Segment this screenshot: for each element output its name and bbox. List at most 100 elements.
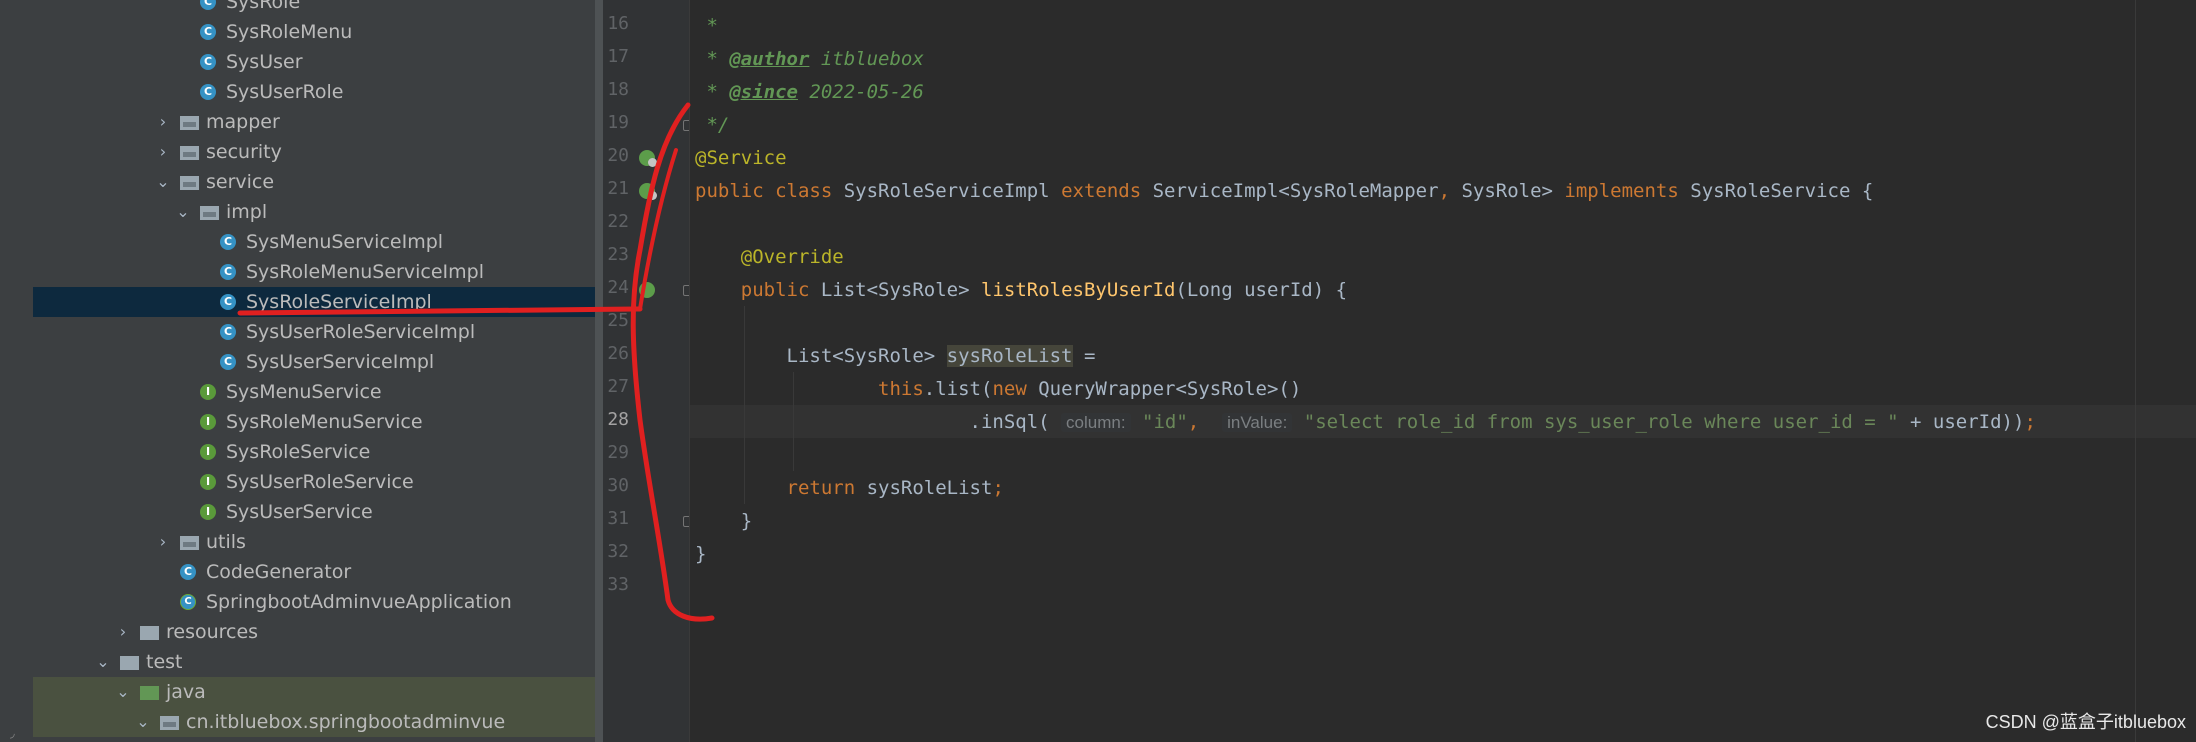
tree-item[interactable]: C SysRole [33,0,595,17]
code-editor[interactable]: * * @author itbluebox * @since 2022-05-2… [689,0,2196,742]
code-token: ; [992,477,1004,499]
tree-item[interactable]: C SysRoleMenuServiceImpl [33,257,595,287]
line-number: 25 [607,310,629,331]
chevron-down-icon[interactable]: ⌄ [96,653,110,671]
package-icon [180,536,199,550]
code-line[interactable]: */ [695,110,729,140]
tree-item[interactable]: ⌄ service [33,167,595,197]
tree-item[interactable]: I SysMenuService [33,377,595,407]
code-line[interactable]: public class SysRoleServiceImpl extends … [695,176,1873,206]
code-token: List<SysRole> [695,345,947,367]
tree-item[interactable]: C SysRoleMenu [33,17,595,47]
chevron-down-icon[interactable]: ⌄ [156,173,170,191]
csdn-watermark: CSDN @蓝盒子itbluebox [1985,712,2186,732]
line-number: 22 [607,211,629,232]
code-line[interactable]: @Service [695,143,787,173]
code-line[interactable]: * @author itbluebox [695,44,924,74]
indent-guide [744,306,745,504]
chevron-down-icon[interactable]: ⌄ [136,713,150,731]
tree-item[interactable]: C SysUserServiceImpl [33,347,595,377]
code-token: = [1072,345,1096,367]
code-line[interactable]: return sysRoleList; [695,473,1004,503]
code-line[interactable]: this.list(new QueryWrapper<SysRole>() [695,374,1301,404]
code-line[interactable]: * [695,11,717,41]
code-token: SysRoleServiceImpl [843,180,1062,202]
tree-item-label: cn.itbluebox.springbootadminvue [186,711,506,733]
tree-item[interactable]: C SysUser [33,47,595,77]
class-icon: C [220,264,236,280]
line-number: 20 [607,145,629,166]
line-number: 19 [607,112,629,133]
chevron-right-icon[interactable]: › [156,113,170,131]
tree-item[interactable]: C SysUserRoleServiceImpl [33,317,595,347]
code-token: List<SysRole> [820,279,981,301]
code-line[interactable]: * @since 2022-05-26 [695,77,923,107]
line-number: 30 [607,475,629,496]
code-token: (Long userId) { [1175,279,1348,301]
package-icon [200,206,219,220]
chevron-right-icon[interactable]: › [156,143,170,161]
line-number: 21 [607,178,629,199]
package-icon [180,176,199,190]
class-icon: C [180,564,196,580]
tree-item[interactable]: C SpringbootAdminvueApplication [33,587,595,617]
code-token: .list( [923,378,993,400]
code-line[interactable]: .inSql( column: "id", inValue: "select r… [695,407,2036,437]
code-token: itbluebox [809,48,924,70]
code-line[interactable]: @Override [695,242,844,272]
tree-item-label: impl [226,201,268,223]
code-token: SysRoleService { [1690,180,1874,202]
tree-item[interactable]: I SysRoleMenuService [33,407,595,437]
tree-item[interactable]: ⌄ java [33,677,595,707]
tree-item-label: security [206,141,282,163]
code-token: * [695,48,730,70]
tree-item[interactable]: ⌄ impl [33,197,595,227]
code-token: SysRole> [1461,180,1565,202]
code-line[interactable]: } [695,539,706,569]
tree-item[interactable]: C SysRoleServiceImpl [33,287,595,317]
interface-icon: I [200,384,216,400]
class-icon: C [200,24,216,40]
override-method-icon[interactable] [639,282,655,298]
tree-item-label: SysRoleService [226,441,371,463]
tree-item[interactable]: C SysMenuServiceImpl [33,227,595,257]
spring-bean-icon[interactable] [639,150,657,167]
tree-item[interactable]: I SysRoleService [33,437,595,467]
chevron-right-icon[interactable]: › [156,533,170,551]
tree-item[interactable]: I SysUserService [33,497,595,527]
code-line[interactable]: List<SysRole> sysRoleList = [695,341,1095,371]
tree-item[interactable]: ⌄ cn.itbluebox.springbootadminvue [33,707,595,737]
tree-item[interactable]: C SysUserRole [33,77,595,107]
class-icon: C [220,234,236,250]
tree-item-label: SysRoleMenuServiceImpl [246,261,484,283]
tree-item[interactable]: C CodeGenerator [33,557,595,587]
tree-item[interactable]: › utils [33,527,595,557]
line-number: 32 [607,541,629,562]
package-icon [180,116,199,130]
resources-folder-icon [140,626,159,640]
code-token: public class [695,180,844,202]
implemented-interface-icon[interactable] [639,183,657,200]
code-line[interactable]: public List<SysRole> listRolesByUserId(L… [695,275,1347,305]
tree-item[interactable]: ⌄ test [33,647,595,677]
code-line[interactable]: } [695,506,752,536]
tree-item[interactable]: I SysUserRoleService [33,467,595,497]
project-tree[interactable]: C SysRole C SysRoleMenu C SysUser C SysUserRole… [33,0,595,742]
tree-item[interactable]: › resources [33,617,595,647]
chevron-down-icon[interactable]: ⌄ [116,683,130,701]
code-token: , [1187,411,1223,433]
parameter-hint: column: [1061,413,1131,432]
tree-item[interactable]: › security [33,137,595,167]
line-number: 23 [607,244,629,265]
code-token: this [878,378,924,400]
editor-left-margin [689,0,690,742]
code-token: new [992,378,1039,400]
tree-item[interactable]: › mapper [33,107,595,137]
code-token: @Service [695,147,787,169]
panel-splitter[interactable] [595,0,603,742]
line-number: 18 [607,79,629,100]
tree-item-label: SysRoleMenu [226,21,353,43]
chevron-down-icon[interactable]: ⌄ [176,203,190,221]
chevron-right-icon[interactable]: › [116,623,130,641]
